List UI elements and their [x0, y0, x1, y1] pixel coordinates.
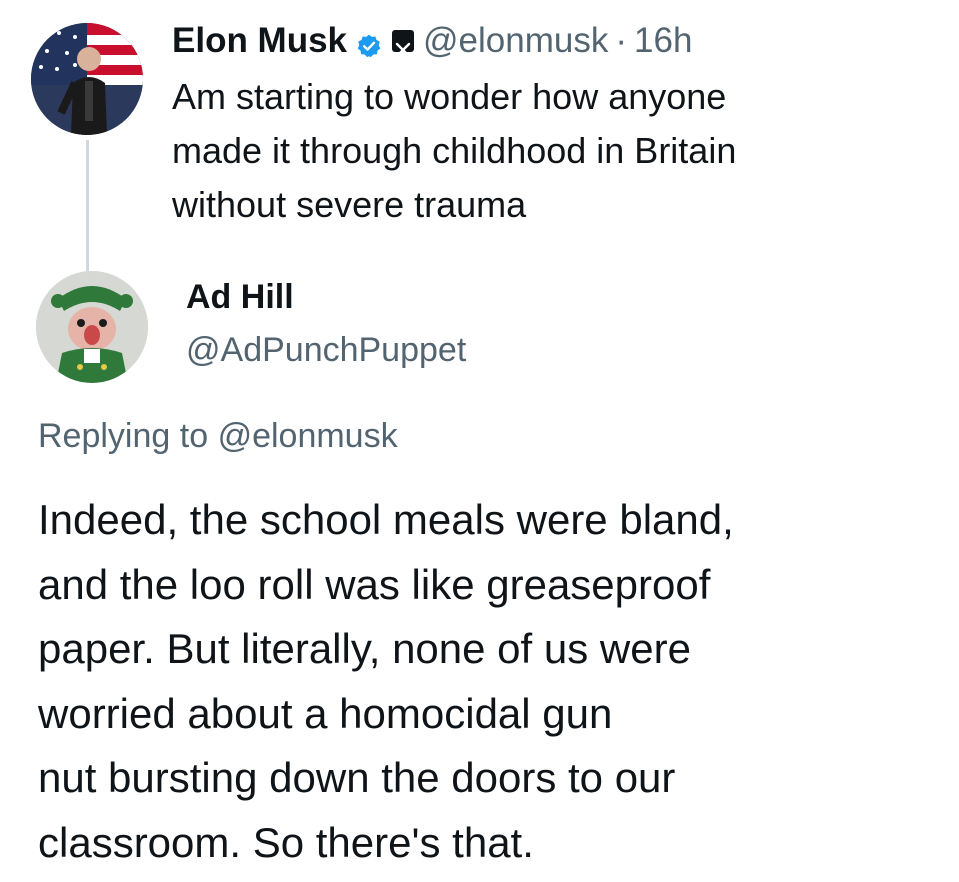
- ad-hill-avatar[interactable]: [36, 271, 148, 383]
- reply-text-line: worried about a homocidal gun: [38, 689, 613, 737]
- replying-to-prefix: Replying to: [38, 417, 209, 455]
- separator-dot: ·: [615, 21, 628, 60]
- reply-text-line: Indeed, the school meals were bland,: [38, 496, 734, 543]
- parent-text-line: made it through childhood in Britain: [172, 130, 737, 171]
- parent-tweet-time[interactable]: 16h: [634, 21, 692, 61]
- elon-musk-avatar[interactable]: [31, 23, 143, 135]
- tweet-screenshot: Elon Musk @elonmusk · 16h Am starting to…: [0, 0, 959, 882]
- x-logo-icon: [392, 30, 415, 58]
- reply-author-handle[interactable]: @AdPunchPuppet: [186, 331, 466, 370]
- thread-connector-line: [86, 140, 89, 272]
- reply-text-line: classroom. So there's that.: [38, 818, 534, 866]
- parent-tweet-header: Elon Musk @elonmusk · 16h: [172, 18, 692, 64]
- reply-tweet-text: Indeed, the school meals were bland, and…: [38, 488, 938, 875]
- reply-text-line: paper. But literally, none of us were: [38, 625, 691, 672]
- parent-author-handle[interactable]: @elonmusk: [423, 21, 608, 61]
- verified-badge-icon: [356, 28, 382, 58]
- reply-text-line: and the loo roll was like greaseproof: [38, 560, 711, 608]
- parent-tweet-text: Am starting to wonder how anyone made it…: [172, 70, 932, 232]
- reply-text-line: nut bursting down the doors to our: [38, 754, 676, 801]
- reply-author-name[interactable]: Ad Hill: [186, 278, 294, 317]
- replying-to-mention[interactable]: @elonmusk: [218, 417, 398, 455]
- parent-author-name[interactable]: Elon Musk: [172, 21, 347, 61]
- parent-text-line: without severe trauma: [172, 184, 527, 225]
- replying-to-line: Replying to @elonmusk: [38, 417, 398, 456]
- parent-text-line: Am starting to wonder how anyone: [172, 76, 727, 117]
